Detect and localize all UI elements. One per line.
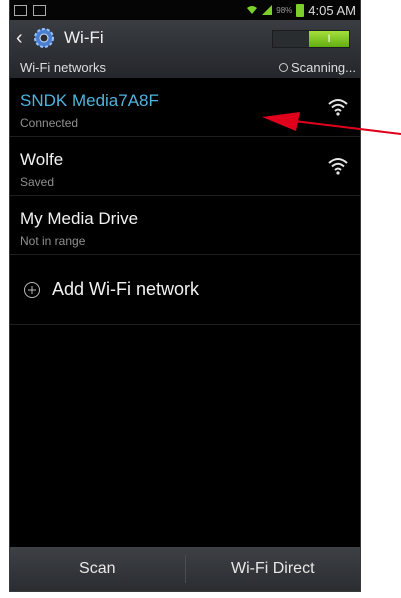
email-icon: [33, 4, 46, 16]
page-title: Wi-Fi: [64, 28, 104, 47]
scan-button[interactable]: Scan: [10, 547, 185, 591]
notification-icon: [14, 4, 27, 16]
network-status: Connected: [20, 116, 79, 130]
spinner-icon: [278, 62, 288, 72]
add-network-button[interactable]: Add Wi-Fi network: [10, 255, 360, 325]
battery-percent: 98%: [276, 5, 293, 15]
annotation-arrow-icon: [262, 112, 401, 135]
status-time: 4:05 AM: [308, 2, 356, 18]
toggle-knob: I: [309, 31, 349, 47]
signal-icon: [262, 5, 273, 15]
phone-screen: 98% 4:05 AM ‹ Wi-Fi I Wi-Fi networks Sca…: [9, 0, 361, 592]
wifi-toggle[interactable]: I: [272, 30, 350, 48]
wifi-direct-button[interactable]: Wi-Fi Direct: [186, 547, 361, 591]
wifi-status-icon: [247, 6, 258, 14]
settings-gear-icon: [34, 28, 54, 48]
back-icon[interactable]: ‹: [16, 27, 28, 50]
network-name: Wolfe: [20, 150, 64, 169]
network-item-wolfe[interactable]: Wolfe Saved: [10, 137, 360, 196]
scan-status-text: Scanning...: [290, 59, 356, 75]
network-name: SNDK Media7A8F: [20, 91, 159, 110]
network-status: Saved: [20, 175, 55, 189]
bottom-bar: Scan Wi-Fi Direct: [10, 547, 360, 591]
network-status: Not in range: [20, 234, 86, 248]
plus-icon: [24, 281, 40, 298]
networks-heading: Wi-Fi networks: [20, 59, 106, 75]
add-network-label: Add Wi-Fi network: [52, 279, 200, 299]
networks-subheader: Wi-Fi networks Scanning...: [10, 56, 360, 78]
network-name: My Media Drive: [20, 209, 139, 228]
status-bar: 98% 4:05 AM: [10, 0, 360, 20]
action-bar: ‹ Wi-Fi I Wi-Fi networks Scanning...: [10, 20, 360, 78]
network-item-my-media-drive[interactable]: My Media Drive Not in range: [10, 196, 360, 255]
battery-icon: [296, 3, 305, 17]
scan-status: Scanning...: [278, 59, 356, 75]
wifi-icon: [328, 158, 348, 175]
